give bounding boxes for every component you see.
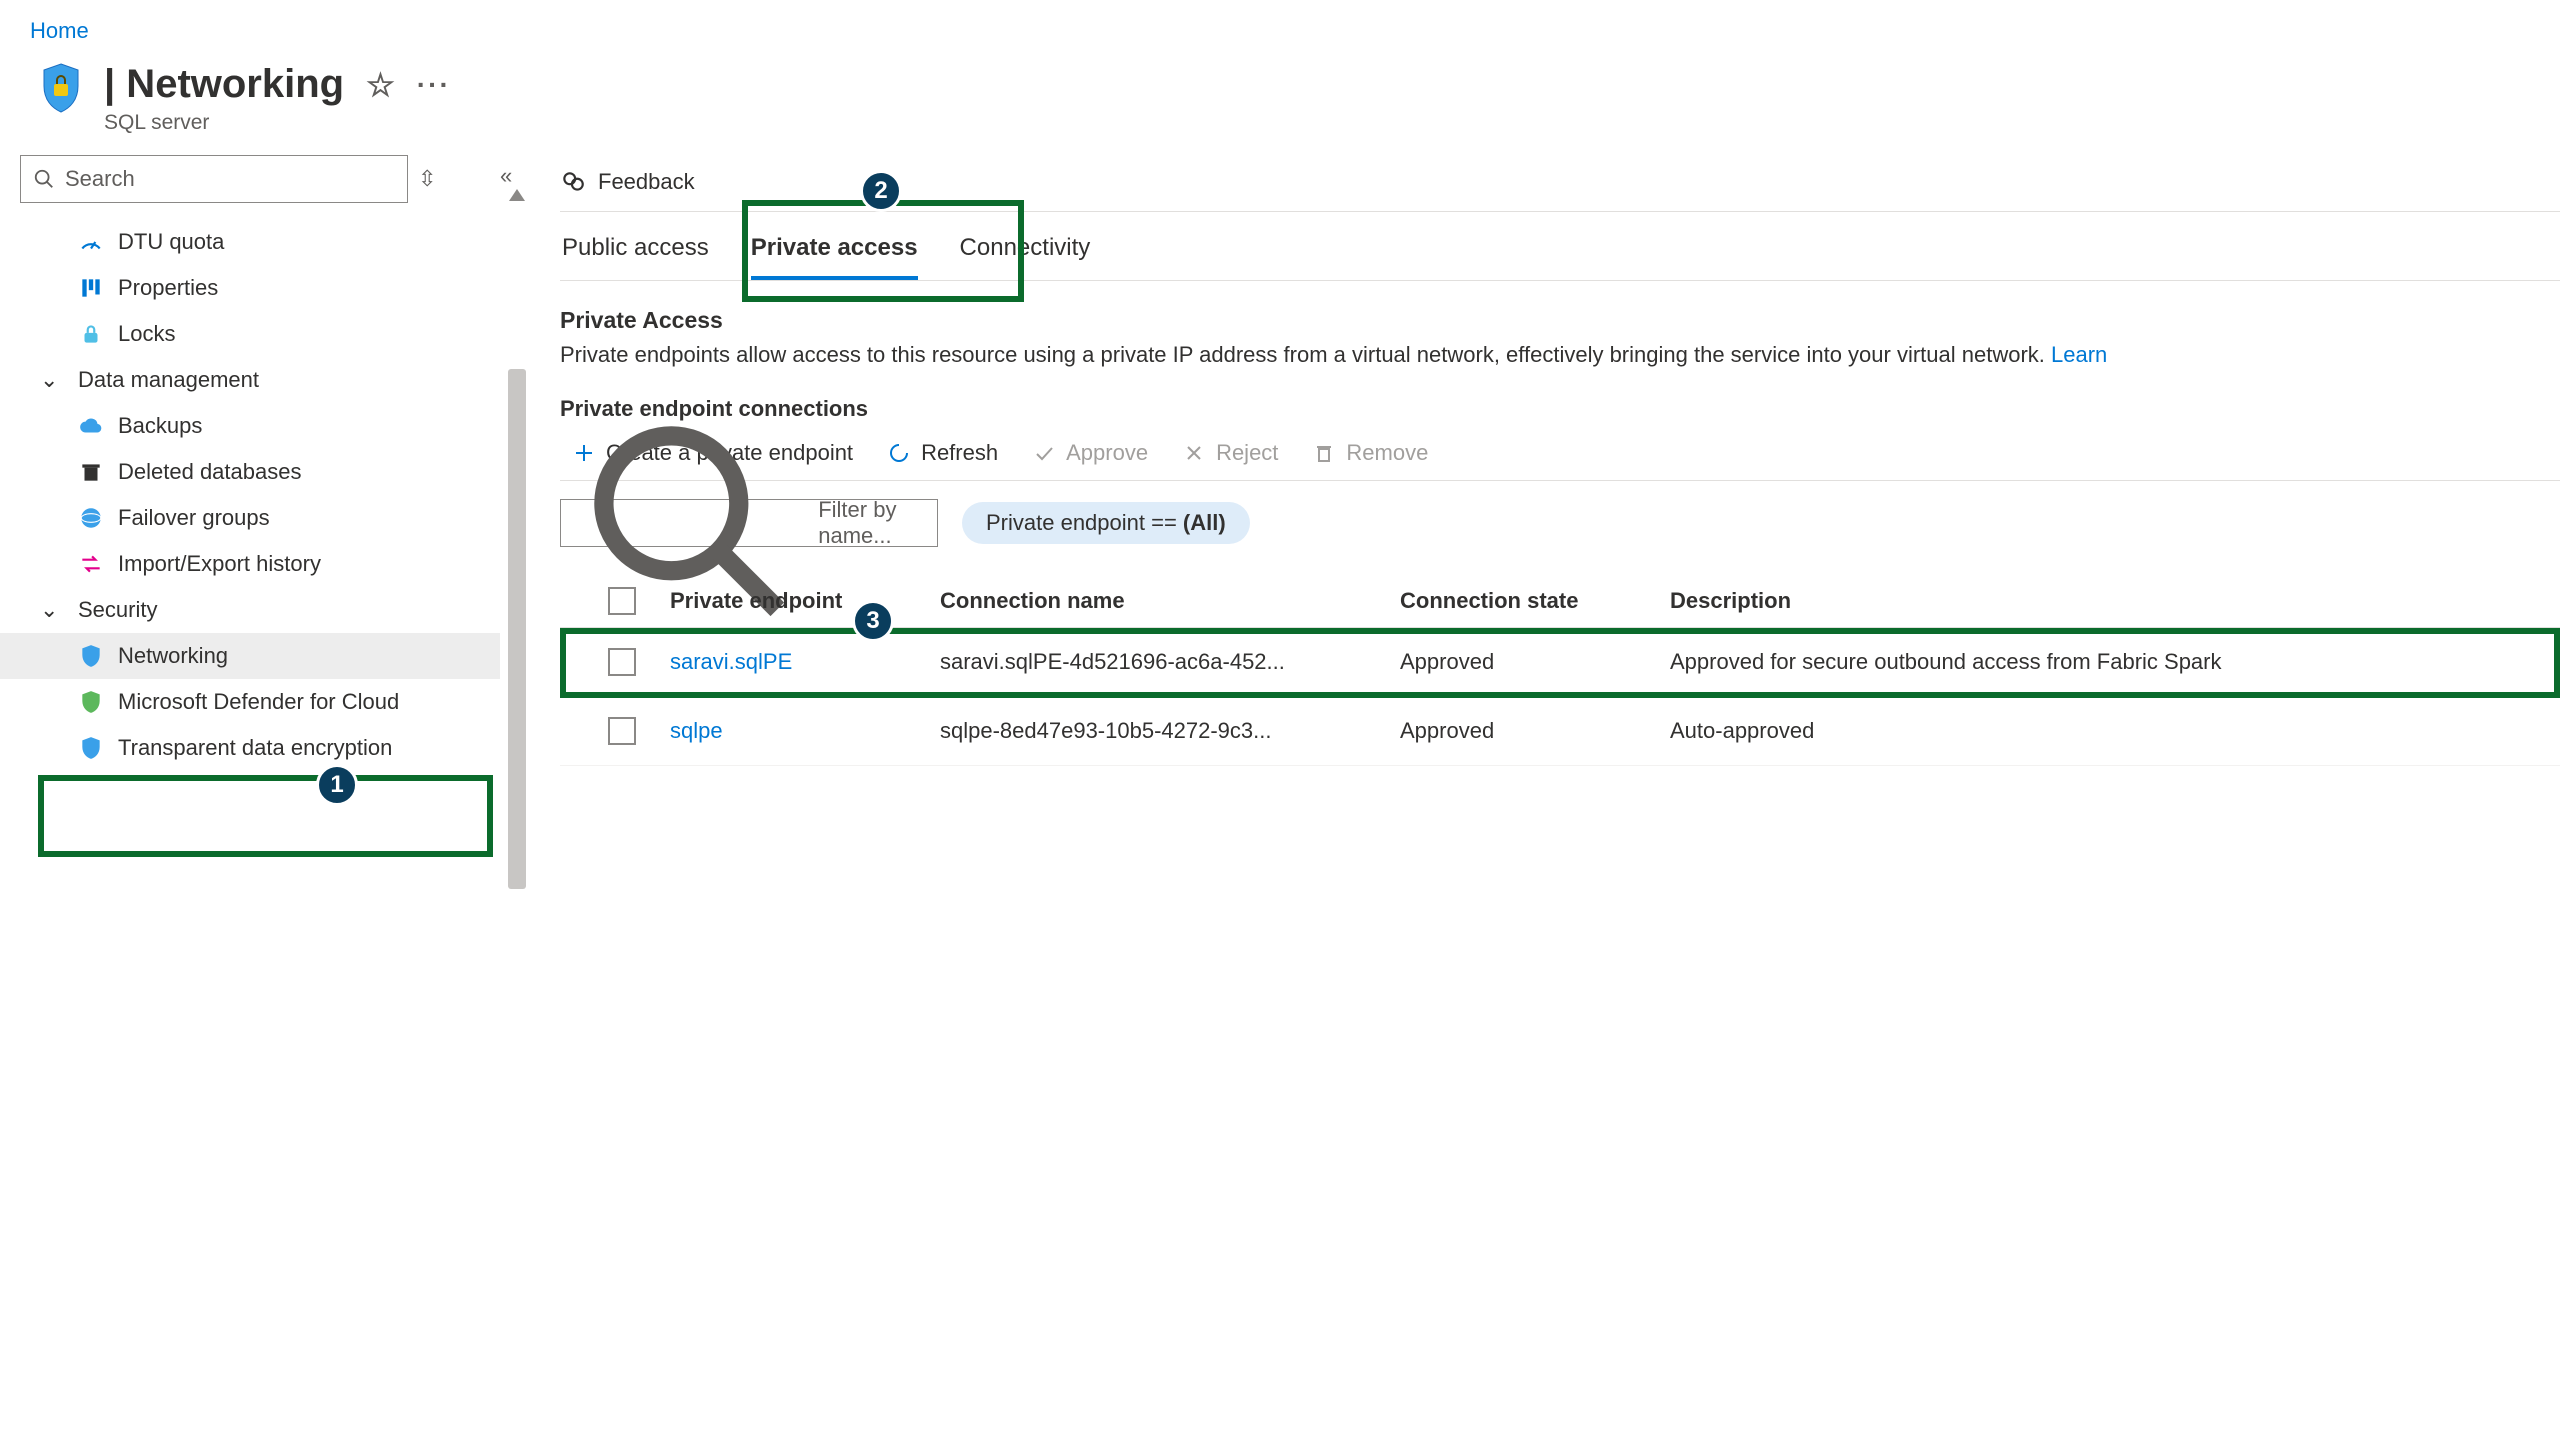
filter-pill-value: (All)	[1183, 510, 1226, 535]
cell-connection-name: saravi.sqlPE-4d521696-ac6a-452...	[940, 649, 1400, 675]
remove-button: Remove	[1312, 440, 1428, 466]
button-label: Reject	[1216, 440, 1278, 466]
cloud-icon	[78, 413, 104, 439]
tab-public-access[interactable]: Public access	[562, 234, 709, 280]
sidebar-item-defender[interactable]: Microsoft Defender for Cloud	[0, 679, 500, 725]
sidebar-group-label: Data management	[78, 367, 259, 393]
subsection-heading: Private endpoint connections	[560, 396, 2560, 422]
gauge-icon	[78, 229, 104, 255]
sidebar-item-label: Locks	[118, 321, 175, 347]
endpoints-table: Private endpoint Connection name Connect…	[560, 575, 2560, 766]
sidebar-item-backups[interactable]: Backups	[0, 403, 500, 449]
reject-button: Reject	[1182, 440, 1278, 466]
col-connection-state[interactable]: Connection state	[1400, 588, 1670, 614]
sidebar-item-label: Transparent data encryption	[118, 735, 392, 761]
endpoint-link[interactable]: saravi.sqlPE	[670, 649, 940, 675]
page-header: | Networking ☆ ··· SQL server	[0, 44, 2560, 135]
shield-icon	[78, 735, 104, 761]
table-row[interactable]: sqlpe sqlpe-8ed47e93-10b5-4272-9c3... Ap…	[560, 697, 2560, 766]
filter-pill-prefix: Private endpoint ==	[986, 510, 1183, 535]
shield-icon	[78, 689, 104, 715]
refresh-button[interactable]: Refresh	[887, 440, 998, 466]
cell-connection-name: sqlpe-8ed47e93-10b5-4272-9c3...	[940, 718, 1400, 744]
scrollbar-thumb[interactable]	[508, 369, 526, 889]
sidebar: Search ⇳ « DTU quota Properties Locks ⌄ …	[0, 155, 540, 771]
sidebar-search-input[interactable]: Search	[20, 155, 408, 203]
select-all-checkbox[interactable]	[608, 587, 636, 615]
sidebar-item-label: Failover groups	[118, 505, 270, 531]
filter-by-name-input[interactable]: Filter by name...	[560, 499, 938, 547]
tab-private-access[interactable]: Private access	[751, 234, 918, 280]
sidebar-item-tde[interactable]: Transparent data encryption	[0, 725, 500, 771]
sidebar-item-properties[interactable]: Properties	[0, 265, 500, 311]
globe-icon	[78, 505, 104, 531]
endpoint-link[interactable]: sqlpe	[670, 718, 940, 744]
section-desc-text: Private endpoints allow access to this r…	[560, 342, 2051, 367]
sidebar-group-security[interactable]: ⌄ Security	[0, 587, 500, 633]
col-description[interactable]: Description	[1670, 588, 2440, 614]
row-checkbox[interactable]	[608, 648, 636, 676]
sidebar-item-label: Properties	[118, 275, 218, 301]
sidebar-item-label: Microsoft Defender for Cloud	[118, 689, 399, 715]
table-row[interactable]: saravi.sqlPE saravi.sqlPE-4d521696-ac6a-…	[560, 628, 2560, 697]
more-actions-icon[interactable]: ···	[417, 69, 451, 101]
feedback-label: Feedback	[598, 169, 695, 195]
sidebar-item-import-export[interactable]: Import/Export history	[0, 541, 500, 587]
search-placeholder: Search	[65, 166, 135, 192]
sidebar-group-label: Security	[78, 597, 157, 623]
approve-button: Approve	[1032, 440, 1148, 466]
import-export-icon	[78, 551, 104, 577]
sidebar-group-data-management[interactable]: ⌄ Data management	[0, 357, 500, 403]
learn-more-link[interactable]: Learn	[2051, 342, 2107, 367]
properties-icon	[78, 275, 104, 301]
favorite-star-icon[interactable]: ☆	[366, 66, 395, 104]
sidebar-item-locks[interactable]: Locks	[0, 311, 500, 357]
endpoint-toolbar: Create a private endpoint Refresh Approv…	[560, 422, 2560, 481]
lock-icon	[78, 321, 104, 347]
page-title: | Networking	[104, 62, 344, 107]
callout-badge-2: 2	[860, 170, 902, 212]
cell-description: Approved for secure outbound access from…	[1670, 649, 2440, 675]
sidebar-item-label: Networking	[118, 643, 228, 669]
expand-collapse-icon[interactable]: ⇳	[418, 166, 436, 192]
sidebar-item-label: Backups	[118, 413, 202, 439]
filter-pill[interactable]: Private endpoint == (All)	[962, 502, 1250, 544]
cell-connection-state: Approved	[1400, 718, 1670, 744]
filter-placeholder: Filter by name...	[818, 497, 923, 549]
col-connection-name[interactable]: Connection name	[940, 588, 1400, 614]
scroll-up-icon	[509, 189, 525, 201]
cell-description: Auto-approved	[1670, 718, 2440, 744]
resource-type-label: SQL server	[104, 111, 451, 135]
callout-badge-1: 1	[316, 764, 358, 806]
chevron-down-icon: ⌄	[40, 367, 58, 393]
button-label: Remove	[1346, 440, 1428, 466]
sidebar-scrollbar[interactable]	[508, 189, 526, 949]
sidebar-item-label: Deleted databases	[118, 459, 301, 485]
callout-highlight-1	[38, 775, 493, 857]
section-description: Private endpoints allow access to this r…	[560, 342, 2560, 368]
cell-connection-state: Approved	[1400, 649, 1670, 675]
sidebar-item-networking[interactable]: Networking	[0, 633, 500, 679]
shield-icon	[78, 643, 104, 669]
sidebar-item-label: DTU quota	[118, 229, 224, 255]
button-label: Approve	[1066, 440, 1148, 466]
trash-icon	[78, 459, 104, 485]
tab-connectivity[interactable]: Connectivity	[960, 234, 1091, 280]
sidebar-item-failover-groups[interactable]: Failover groups	[0, 495, 500, 541]
button-label: Refresh	[921, 440, 998, 466]
chevron-down-icon: ⌄	[40, 597, 58, 623]
col-private-endpoint[interactable]: Private endpoint	[670, 588, 940, 614]
main-content: Feedback Public access Private access Co…	[540, 155, 2560, 771]
sql-server-shield-icon	[40, 62, 82, 117]
sidebar-item-dtu-quota[interactable]: DTU quota	[0, 219, 500, 265]
sidebar-item-label: Import/Export history	[118, 551, 321, 577]
section-heading: Private Access	[560, 307, 2560, 334]
sidebar-item-deleted-databases[interactable]: Deleted databases	[0, 449, 500, 495]
tab-bar: Public access Private access Connectivit…	[560, 212, 2560, 281]
row-checkbox[interactable]	[608, 717, 636, 745]
callout-badge-3: 3	[852, 600, 894, 642]
home-breadcrumb[interactable]: Home	[0, 0, 89, 44]
collapse-sidebar-icon[interactable]: «	[500, 163, 512, 189]
